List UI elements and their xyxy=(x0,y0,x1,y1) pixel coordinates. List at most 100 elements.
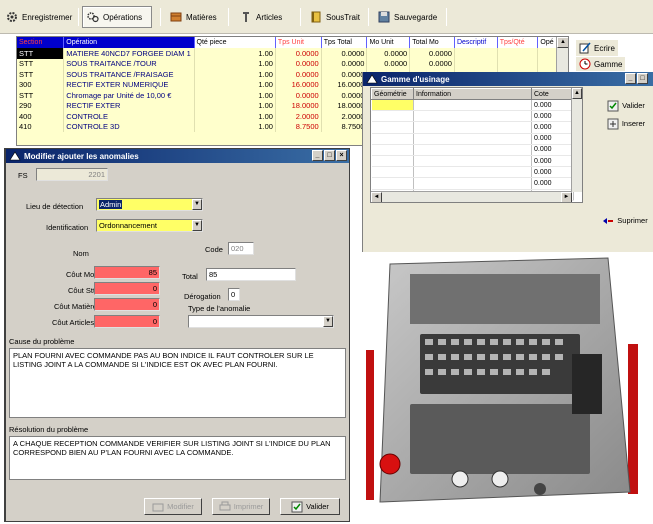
table-row[interactable]: STT SOUS TRAITANCE /TOUR 1.00 0.0000 0.0000 0… xyxy=(17,58,568,69)
table-cell[interactable]: 1.00 xyxy=(194,121,276,132)
gamme-valider-button[interactable]: Valider xyxy=(600,97,652,114)
table-row[interactable]: STT MATIERE 40NCD7 FORGEE DIAM 1 1.00 0.000… xyxy=(17,48,568,59)
table-cell[interactable]: 16.0000 xyxy=(275,79,322,90)
cote-cell[interactable]: 0.000 xyxy=(531,177,574,190)
information-cell[interactable] xyxy=(413,177,532,190)
table-cell[interactable]: 1.00 xyxy=(194,100,276,111)
chevron-down-icon[interactable]: ▼ xyxy=(192,199,202,210)
col-section[interactable]: Section xyxy=(17,37,65,48)
identification-select[interactable]: Ordonnancement ▼ xyxy=(96,219,203,232)
col-geometrie[interactable]: Géométrie xyxy=(371,88,414,100)
table-cell[interactable]: STT xyxy=(17,48,65,59)
table-cell[interactable]: 0.0000 xyxy=(321,48,368,59)
table-row[interactable]: 0.000 xyxy=(371,166,574,179)
minimize-icon[interactable]: _ xyxy=(312,150,323,161)
table-cell[interactable]: SOUS TRAITANCE /FRAISAGE xyxy=(63,69,195,80)
table-cell[interactable] xyxy=(497,48,539,59)
table-cell[interactable]: 16.0000 xyxy=(321,79,368,90)
table-cell[interactable]: 1.00 xyxy=(194,48,276,59)
table-row[interactable]: 0.000 xyxy=(371,155,574,168)
imprimer-button[interactable]: Imprimer xyxy=(212,498,270,515)
col-mo-unit[interactable]: Mo Unit xyxy=(366,37,411,48)
cote-cell[interactable]: 0.000 xyxy=(531,110,574,123)
table-cell[interactable]: 0.0000 xyxy=(366,58,411,69)
geometrie-cell[interactable] xyxy=(371,177,414,190)
modifier-button[interactable]: Modifier xyxy=(144,498,202,515)
type-select[interactable]: ▼ xyxy=(188,315,334,328)
geometrie-cell[interactable] xyxy=(371,121,414,134)
table-cell[interactable]: 2.0000 xyxy=(275,111,322,122)
scroll-left-icon[interactable]: ◄ xyxy=(371,192,382,202)
table-cell[interactable]: 0.0000 xyxy=(275,90,322,101)
table-cell[interactable]: RECTIF EXTER NUMERIQUE xyxy=(63,79,195,90)
matieres-button[interactable]: Matières xyxy=(166,6,221,28)
table-cell[interactable]: STT xyxy=(17,90,65,101)
table-cell[interactable]: CONTROLE 3D xyxy=(63,121,195,132)
gamme-scrollbar-v[interactable]: ▲ xyxy=(571,88,582,192)
table-cell[interactable]: 0.0000 xyxy=(409,48,455,59)
information-cell[interactable] xyxy=(413,110,532,123)
gamme-inserer-button[interactable]: Inserer xyxy=(600,115,652,132)
table-cell[interactable]: 290 xyxy=(17,100,65,111)
table-row[interactable]: 0.000 xyxy=(371,133,574,145)
gamme-button[interactable]: Gamme xyxy=(576,57,626,71)
table-cell[interactable]: 18.0000 xyxy=(321,100,368,111)
col-tps-total[interactable]: Tps Total xyxy=(321,37,368,48)
enregistrement-button[interactable]: Enregistremer xyxy=(2,6,76,28)
table-row[interactable]: 0.000 xyxy=(371,110,574,123)
information-cell[interactable] xyxy=(413,121,532,134)
gamme-scrollbar-h[interactable]: ◄ ► xyxy=(371,191,572,202)
cote-cell[interactable]: 0.000 xyxy=(531,121,574,134)
table-row[interactable]: 0.000 xyxy=(371,121,574,134)
table-cell[interactable]: 0.0000 xyxy=(321,58,368,69)
geometrie-cell[interactable] xyxy=(371,155,414,168)
table-cell[interactable]: 1.00 xyxy=(194,79,276,90)
chevron-down-icon[interactable]: ▼ xyxy=(192,220,202,231)
chevron-down-icon[interactable]: ▼ xyxy=(323,316,333,327)
scroll-up-icon[interactable]: ▲ xyxy=(557,37,568,48)
table-cell[interactable]: 8.7500 xyxy=(275,121,322,132)
col-cote[interactable]: Cote xyxy=(531,88,574,100)
information-cell[interactable] xyxy=(413,155,532,168)
col-operation[interactable]: Opération xyxy=(63,37,195,48)
cote-cell[interactable]: 0.000 xyxy=(531,166,574,179)
table-cell[interactable]: 18.0000 xyxy=(275,100,322,111)
table-cell[interactable]: 1.00 xyxy=(194,58,276,69)
gamme-grid[interactable]: Géométrie Information Cote 0.000 0.000 0.0… xyxy=(370,87,583,203)
table-cell[interactable]: 0.0000 xyxy=(409,58,455,69)
table-cell[interactable]: 0.0000 xyxy=(275,58,322,69)
table-cell[interactable]: 2.0000 xyxy=(321,111,368,122)
valider-button[interactable]: Valider xyxy=(280,498,340,515)
geometrie-cell[interactable] xyxy=(371,166,414,179)
table-cell[interactable]: RECTIF EXTER xyxy=(63,100,195,111)
operations-button[interactable]: Opérations xyxy=(82,6,152,28)
table-cell[interactable]: 0.0000 xyxy=(321,69,368,80)
table-cell[interactable] xyxy=(454,58,498,69)
cote-cell[interactable]: 0.000 xyxy=(531,133,574,145)
table-cell[interactable]: MATIERE 40NCD7 FORGEE DIAM 1 xyxy=(63,48,195,59)
table-cell[interactable]: 300 xyxy=(17,79,65,90)
articles-button[interactable]: Articles xyxy=(236,6,286,28)
table-cell[interactable]: STT xyxy=(17,58,65,69)
scroll-right-icon[interactable]: ► xyxy=(561,192,572,202)
table-cell[interactable]: CONTROLE xyxy=(63,111,195,122)
table-cell[interactable]: 8.7500 xyxy=(321,121,368,132)
information-cell[interactable] xyxy=(413,166,532,179)
table-cell[interactable]: 410 xyxy=(17,121,65,132)
cote-cell[interactable]: 0.000 xyxy=(531,144,574,156)
derogation-field[interactable]: 0 xyxy=(228,288,240,301)
cote-cell[interactable]: 0.000 xyxy=(531,99,574,112)
cout-articles-field[interactable]: 0 xyxy=(94,315,160,328)
table-row[interactable]: 0.000 xyxy=(371,144,574,156)
col-descriptif[interactable]: Descriptif xyxy=(454,37,498,48)
resolution-textarea[interactable]: A CHAQUE RECEPTION COMMANDE VERIFIER SUR… xyxy=(9,436,346,480)
geometrie-cell[interactable] xyxy=(371,110,414,123)
table-cell[interactable]: 1.00 xyxy=(194,69,276,80)
geometrie-cell[interactable] xyxy=(371,144,414,156)
table-cell[interactable]: 1.00 xyxy=(194,111,276,122)
col-tps-unit[interactable]: Tps Unit xyxy=(275,37,322,48)
table-cell[interactable]: 0.0000 xyxy=(275,48,322,59)
cout-stt-field[interactable]: 0 xyxy=(94,282,160,295)
information-cell[interactable] xyxy=(413,144,532,156)
maximize-icon[interactable]: □ xyxy=(324,150,335,161)
